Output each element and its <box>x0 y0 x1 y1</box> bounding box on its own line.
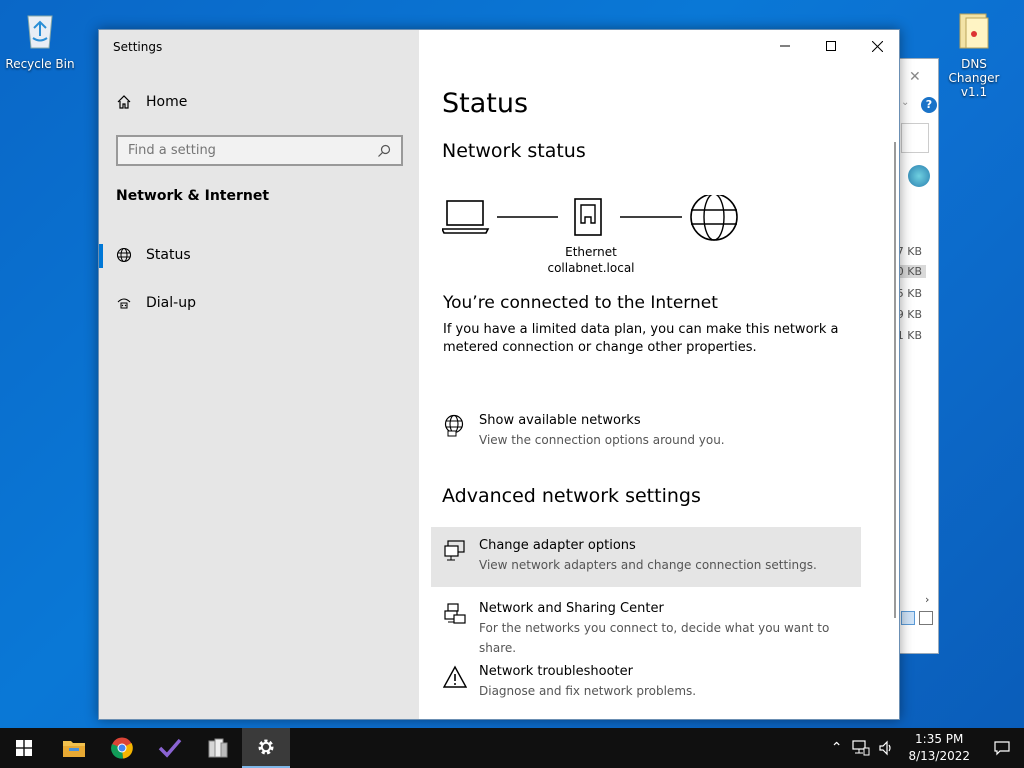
taskbar: ⌃ 1:35 PM 8/13/2022 <box>0 728 1024 768</box>
sharing-center-icon <box>444 603 466 624</box>
notification-icon <box>994 741 1010 756</box>
sidebar-item-label: Status <box>146 247 191 263</box>
volume-icon[interactable] <box>878 740 894 756</box>
laptop-icon <box>442 200 490 234</box>
home-nav-item[interactable]: Home <box>116 94 187 110</box>
details-view-icon[interactable] <box>901 611 915 625</box>
warning-icon <box>443 665 467 688</box>
server-manager-icon <box>208 738 228 758</box>
main-content: Status Network status Ethernet collabnet <box>419 30 899 719</box>
home-label: Home <box>146 94 188 110</box>
sidebar: Settings Home Network & Internet Status <box>99 30 419 719</box>
adapter-icon <box>444 540 465 561</box>
chrome-icon <box>111 737 133 759</box>
advanced-settings-heading: Advanced network settings <box>442 485 701 507</box>
show-networks-desc: View the connection options around you. <box>479 433 725 447</box>
taskbar-tasks-app[interactable] <box>146 728 194 768</box>
gear-icon <box>258 739 274 755</box>
globe-icon <box>690 195 738 241</box>
action-center-button[interactable] <box>980 728 1024 768</box>
windows-icon <box>16 740 32 756</box>
start-button[interactable] <box>0 728 48 768</box>
ethernet-port-icon <box>574 198 602 236</box>
globe-icon <box>116 247 132 263</box>
connection-status-text: You’re connected to the Internet <box>443 293 718 313</box>
page-title: Status <box>442 88 529 119</box>
scrollbar[interactable] <box>894 142 896 618</box>
network-sharing-center-link[interactable]: Network and Sharing Center For the netwo… <box>431 590 861 655</box>
file-explorer-icon <box>63 741 85 757</box>
dns-changer-desktop-icon[interactable]: DNS Changer v1.1 <box>936 8 1012 99</box>
show-hidden-icons-button[interactable]: ⌃ <box>825 740 849 756</box>
show-available-networks-link[interactable]: Show available networks View the connect… <box>431 402 861 462</box>
large-icons-view-icon[interactable] <box>919 611 933 625</box>
clock-date: 8/13/2022 <box>908 749 970 763</box>
network-tray-icon[interactable] <box>852 740 870 756</box>
network-status-heading: Network status <box>442 140 586 162</box>
close-icon[interactable]: ✕ <box>909 69 921 85</box>
section-heading: Network & Internet <box>116 188 270 204</box>
ethernet-label-block: Ethernet collabnet.local <box>543 244 639 276</box>
sharing-center-desc: For the networks you connect to, decide … <box>479 621 830 655</box>
file-size: 5 KB <box>896 287 922 300</box>
shell-icon <box>908 165 930 187</box>
settings-window[interactable]: Settings Home Network & Internet Status <box>98 29 900 720</box>
help-icon[interactable]: ? <box>921 97 937 113</box>
troubleshooter-desc: Diagnose and fix network problems. <box>479 684 697 698</box>
globe-network-icon <box>444 414 464 437</box>
recycle-bin-label: Recycle Bin <box>5 57 75 71</box>
adapter-options-desc: View network adapters and change connect… <box>479 558 817 572</box>
clock[interactable]: 1:35 PM 8/13/2022 <box>898 731 980 765</box>
file-size: 1 KB <box>896 329 922 342</box>
dialup-icon <box>117 298 131 309</box>
checkmark-icon <box>158 738 182 758</box>
connection-status-desc: If you have a limited data plan, you can… <box>443 322 839 355</box>
ethernet-label: Ethernet <box>565 245 617 259</box>
taskbar-chrome[interactable] <box>98 728 146 768</box>
chevron-down-icon[interactable]: ⌄ <box>901 97 909 108</box>
taskbar-server-manager[interactable] <box>194 728 242 768</box>
troubleshooter-title: Network troubleshooter <box>479 664 633 679</box>
home-icon <box>117 95 131 109</box>
sidebar-item-label: Dial-up <box>146 295 196 311</box>
clock-time: 1:35 PM <box>915 732 964 746</box>
system-tray: ⌃ 1:35 PM 8/13/2022 <box>825 728 1024 768</box>
sidebar-item-status[interactable]: Status <box>99 235 419 275</box>
domain-label: collabnet.local <box>547 261 635 275</box>
show-networks-title: Show available networks <box>479 413 641 428</box>
change-adapter-options-link[interactable]: Change adapter options View network adap… <box>431 527 861 587</box>
sidebar-item-dialup[interactable]: Dial-up <box>99 283 419 323</box>
recycle-bin-icon <box>27 15 53 49</box>
search-input[interactable] <box>128 143 377 158</box>
adapter-options-title: Change adapter options <box>479 538 636 553</box>
search-box[interactable] <box>116 135 403 166</box>
file-size: 9 KB <box>896 308 922 321</box>
network-troubleshooter-link[interactable]: Network troubleshooter Diagnose and fix … <box>431 653 861 713</box>
search-box[interactable] <box>901 123 929 153</box>
folder-icon <box>959 13 989 49</box>
taskbar-settings[interactable] <box>242 728 290 768</box>
dns-changer-label: DNS Changer v1.1 <box>948 57 1000 99</box>
scroll-right-icon[interactable]: › <box>925 593 929 606</box>
taskbar-file-explorer[interactable] <box>50 728 98 768</box>
window-title: Settings <box>113 40 163 54</box>
sharing-center-title: Network and Sharing Center <box>479 601 664 616</box>
file-size: 7 KB <box>896 245 922 258</box>
recycle-bin-desktop-icon[interactable]: Recycle Bin <box>2 8 78 71</box>
search-icon[interactable] <box>377 144 391 158</box>
